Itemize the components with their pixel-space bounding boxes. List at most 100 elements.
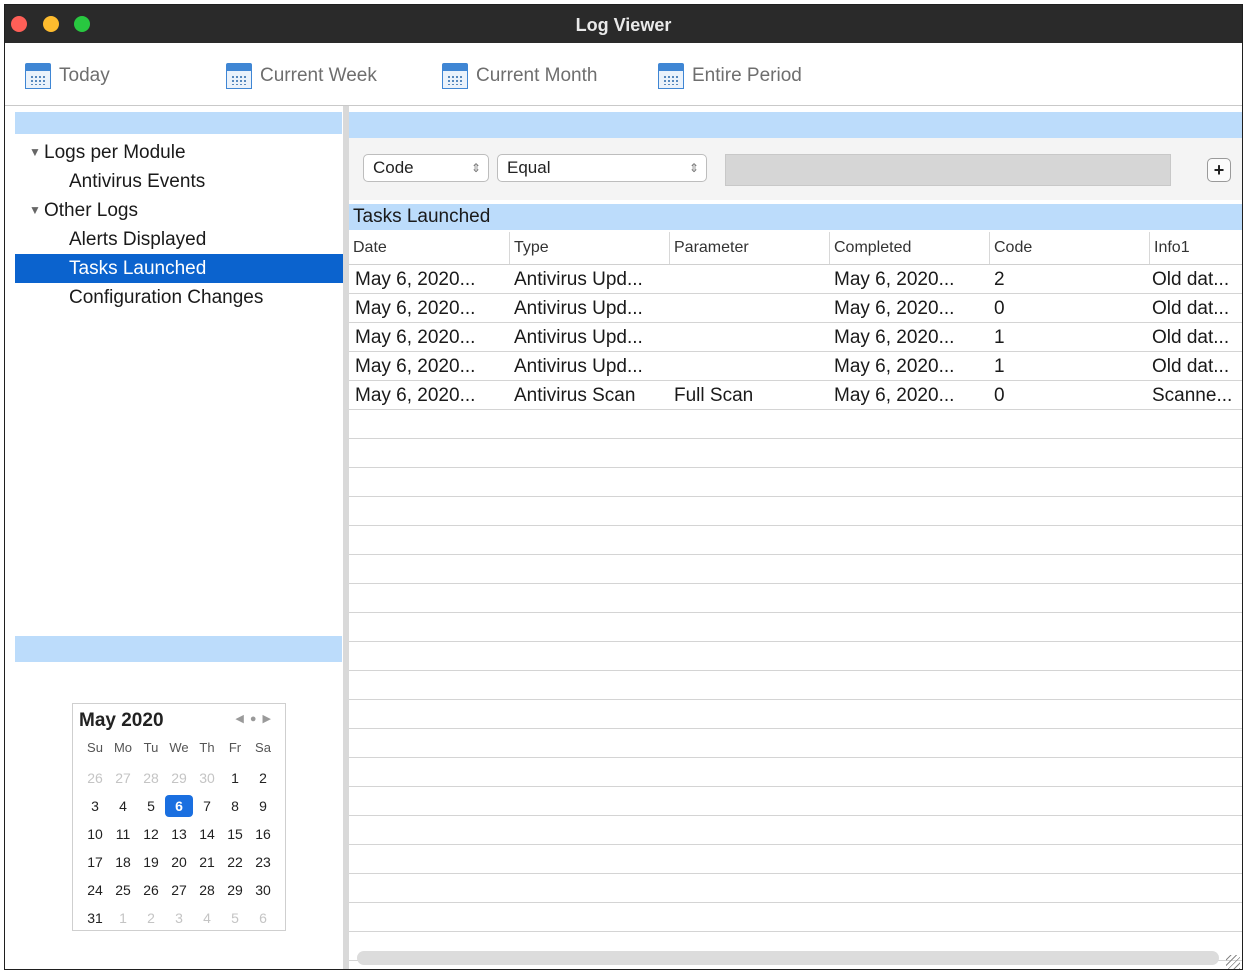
calendar-day[interactable]: 1 xyxy=(221,764,249,792)
weekday-label: Th xyxy=(199,740,215,755)
calendar-day[interactable]: 2 xyxy=(137,904,165,932)
filter-value-input[interactable] xyxy=(725,154,1171,186)
calendar-day[interactable]: 28 xyxy=(137,764,165,792)
empty-row xyxy=(349,729,1242,758)
empty-row xyxy=(349,584,1242,613)
calendar-day[interactable]: 22 xyxy=(221,848,249,876)
calendar-day[interactable]: 23 xyxy=(249,848,277,876)
calendar-day[interactable]: 9 xyxy=(249,792,277,820)
calendar-day[interactable]: 29 xyxy=(221,876,249,904)
calendar-day[interactable]: 28 xyxy=(193,876,221,904)
table-row[interactable]: May 6, 2020... Antivirus Upd... May 6, 2… xyxy=(349,294,1242,323)
tree-item-configuration-changes[interactable]: Configuration Changes xyxy=(5,283,343,312)
entire-period-button[interactable]: Entire Period xyxy=(658,62,802,90)
calendar-day[interactable]: 7 xyxy=(193,792,221,820)
calendar-day[interactable]: 4 xyxy=(193,904,221,932)
column-header-date[interactable]: Date xyxy=(349,232,509,264)
calendar-day-selected[interactable]: 6 xyxy=(165,795,193,817)
current-week-button[interactable]: Current Week xyxy=(226,62,377,90)
calendar-day[interactable]: 14 xyxy=(193,820,221,848)
empty-row xyxy=(349,642,1242,671)
tree-group-logs-per-module[interactable]: ▼ Logs per Module xyxy=(5,138,343,167)
calendar-day[interactable]: 27 xyxy=(109,764,137,792)
calendar-day[interactable]: 20 xyxy=(165,848,193,876)
today-button[interactable]: Today xyxy=(25,62,110,90)
empty-row xyxy=(349,613,1242,642)
calendar-day[interactable]: 6 xyxy=(249,904,277,932)
current-month-dot-icon[interactable]: ● xyxy=(250,713,263,725)
title-bar: Log Viewer xyxy=(5,5,1242,43)
tree-item-antivirus-events[interactable]: Antivirus Events xyxy=(5,167,343,196)
calendar-day[interactable]: 30 xyxy=(193,764,221,792)
weekday-label: Sa xyxy=(255,740,271,755)
filter-operator-select[interactable]: Equal ⇕ xyxy=(497,154,707,182)
next-month-icon[interactable]: ▶ xyxy=(263,713,277,725)
calendar-day[interactable]: 15 xyxy=(221,820,249,848)
table-row[interactable]: May 6, 2020... Antivirus Upd... May 6, 2… xyxy=(349,265,1242,294)
calendar-day[interactable]: 1 xyxy=(109,904,137,932)
empty-row xyxy=(349,874,1242,903)
calendar-day[interactable]: 12 xyxy=(137,820,165,848)
calendar-day[interactable]: 5 xyxy=(137,792,165,820)
calendar-day[interactable]: 3 xyxy=(81,792,109,820)
window-title: Log Viewer xyxy=(575,15,672,35)
sidebar-header-band xyxy=(15,112,342,134)
calendar-day[interactable]: 11 xyxy=(109,820,137,848)
table-row[interactable]: May 6, 2020... Antivirus Upd... May 6, 2… xyxy=(349,323,1242,352)
sidebar-splitter-band[interactable] xyxy=(15,636,342,662)
calendar-day[interactable]: 18 xyxy=(109,848,137,876)
mini-calendar: May 2020 ◀●▶ Su Mo Tu We Th Fr Sa 26 27 … xyxy=(72,703,286,931)
calendar-day[interactable]: 10 xyxy=(81,820,109,848)
tree-item-alerts-displayed[interactable]: Alerts Displayed xyxy=(5,225,343,254)
table-row[interactable]: May 6, 2020... Antivirus Scan Full Scan … xyxy=(349,381,1242,410)
column-header-info1[interactable]: Info1 xyxy=(1149,232,1242,264)
calendar-day[interactable]: 2 xyxy=(249,764,277,792)
tree-item-tasks-launched[interactable]: Tasks Launched xyxy=(15,254,343,283)
calendar-day[interactable]: 17 xyxy=(81,848,109,876)
horizontal-scrollbar[interactable] xyxy=(357,951,1219,965)
cell-date: May 6, 2020... xyxy=(355,356,476,377)
column-header-completed[interactable]: Completed xyxy=(829,232,989,264)
table-row[interactable]: May 6, 2020... Antivirus Upd... May 6, 2… xyxy=(349,352,1242,381)
previous-month-icon[interactable]: ◀ xyxy=(235,713,249,725)
weekday-label: Fr xyxy=(228,740,242,755)
sidebar: ▼ Logs per Module Antivirus Events ▼ Oth… xyxy=(5,106,343,969)
calendar-day[interactable]: 31 xyxy=(81,904,109,932)
calendar-week: 10 11 12 13 14 15 16 xyxy=(81,820,277,848)
calendar-day[interactable]: 26 xyxy=(137,876,165,904)
disclosure-triangle-icon[interactable]: ▼ xyxy=(29,138,41,167)
calendar-day[interactable]: 13 xyxy=(165,820,193,848)
calendar-month-label: May 2020 xyxy=(79,710,164,731)
filter-field-select[interactable]: Code ⇕ xyxy=(363,154,489,182)
calendar-day[interactable]: 16 xyxy=(249,820,277,848)
calendar-day[interactable]: 21 xyxy=(193,848,221,876)
column-header-code[interactable]: Code xyxy=(989,232,1149,264)
calendar-day[interactable]: 29 xyxy=(165,764,193,792)
cell-date: May 6, 2020... xyxy=(355,269,476,290)
calendar-day[interactable]: 5 xyxy=(221,904,249,932)
calendar-day[interactable]: 4 xyxy=(109,792,137,820)
calendar-day[interactable]: 3 xyxy=(165,904,193,932)
add-filter-button[interactable]: + xyxy=(1207,158,1231,182)
disclosure-triangle-icon[interactable]: ▼ xyxy=(29,196,41,225)
updown-chevron-icon: ⇕ xyxy=(470,161,481,175)
calendar-day[interactable]: 24 xyxy=(81,876,109,904)
resize-grip-icon[interactable] xyxy=(1226,955,1240,969)
calendar-day[interactable]: 8 xyxy=(221,792,249,820)
log-viewer-window: Log Viewer Today Current Week Current Mo… xyxy=(4,4,1243,970)
calendar-day[interactable]: 25 xyxy=(109,876,137,904)
cell-type: Antivirus Upd... xyxy=(514,356,643,377)
current-month-button[interactable]: Current Month xyxy=(442,62,597,90)
main-header-band xyxy=(349,112,1242,138)
calendar-day[interactable]: 30 xyxy=(249,876,277,904)
today-label: Today xyxy=(59,65,110,86)
calendar-day[interactable]: 27 xyxy=(165,876,193,904)
column-header-type[interactable]: Type xyxy=(509,232,669,264)
tree-group-other-logs[interactable]: ▼ Other Logs xyxy=(5,196,343,225)
empty-row xyxy=(349,671,1242,700)
cell-parameter: Full Scan xyxy=(674,385,754,406)
cell-type: Antivirus Upd... xyxy=(514,327,643,348)
calendar-day[interactable]: 26 xyxy=(81,764,109,792)
column-header-parameter[interactable]: Parameter xyxy=(669,232,829,264)
calendar-day[interactable]: 19 xyxy=(137,848,165,876)
